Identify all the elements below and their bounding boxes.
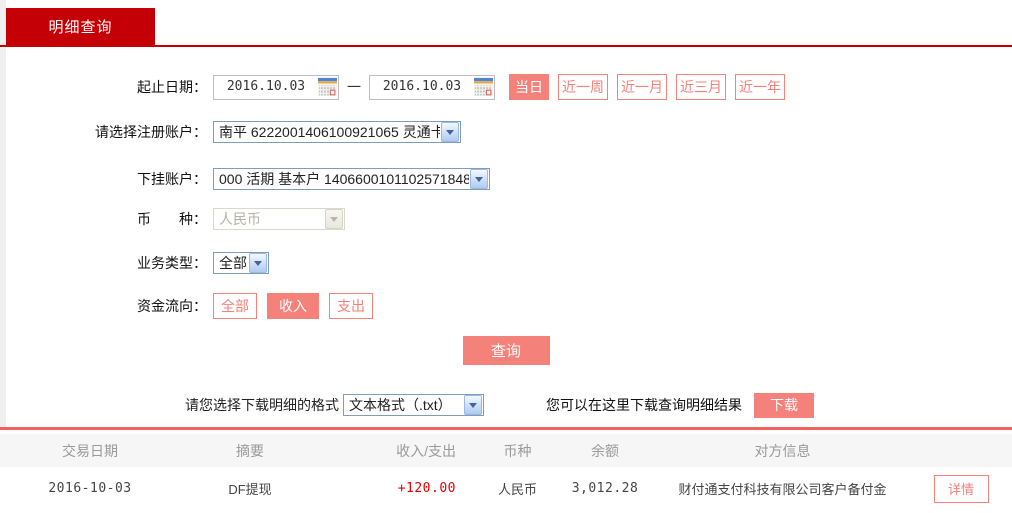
cell-trade-date: 2016-10-03 — [48, 481, 132, 496]
currency-select: 人民币 — [213, 208, 345, 230]
header-summary: 摘要 — [236, 442, 264, 459]
currency-label: 币 种： — [137, 211, 207, 227]
business-type-row: 业务类型： 全部 — [0, 250, 1012, 276]
date-range-row: 起止日期： 一 — [0, 74, 1012, 100]
header-divider — [0, 45, 1012, 47]
quick-range-today-button[interactable]: 当日 — [509, 74, 549, 100]
result-table: 交易日期 摘要 收入/支出 币种 余额 对方信息 2016-10-03 DF提现… — [0, 434, 1012, 510]
query-row: 查询 — [0, 336, 1012, 365]
start-date-input[interactable] — [214, 75, 314, 97]
tab-title: 明细查询 — [48, 19, 113, 36]
register-account-row: 请选择注册账户： 南平 6222001406100921065 灵通卡 — [0, 119, 1012, 145]
fund-flow-row: 资金流向： 全部 收入 支出 — [0, 293, 1012, 319]
header-amount: 收入/支出 — [396, 442, 456, 459]
register-account-label: 请选择注册账户： — [95, 124, 207, 140]
header-trade-date: 交易日期 — [62, 442, 118, 459]
download-row: 请您选择下载明细的格式 文本格式（.txt） 您可以在这里下载查询明细结果 下载 — [0, 392, 1012, 418]
cell-amount: +120.00 — [397, 481, 456, 496]
date-range-separator: 一 — [347, 79, 361, 95]
register-account-select[interactable]: 南平 6222001406100921065 灵通卡 — [213, 121, 461, 143]
fund-flow-label: 资金流向： — [137, 298, 207, 314]
dropdown-arrow-icon[interactable] — [464, 395, 482, 415]
query-button[interactable]: 查询 — [462, 336, 550, 365]
quick-range-month-button[interactable]: 近一月 — [617, 74, 667, 100]
detail-query-page: 明细查询 起止日期： 一 — [0, 0, 1012, 513]
header-balance: 余额 — [591, 442, 619, 459]
business-type-label: 业务类型： — [137, 255, 207, 271]
detail-button[interactable]: 详情 — [933, 474, 989, 503]
download-format-select[interactable]: 文本格式（.txt） — [343, 394, 484, 416]
header-action — [910, 434, 1012, 467]
dropdown-arrow-icon[interactable] — [249, 253, 267, 273]
cell-balance: 3,012.28 — [571, 481, 639, 496]
download-format-label: 请您选择下载明细的格式 — [185, 397, 339, 413]
fund-flow-expense-button[interactable]: 支出 — [329, 293, 373, 319]
result-table-section: 交易日期 摘要 收入/支出 币种 余额 对方信息 2016-10-03 DF提现… — [0, 427, 1012, 510]
dropdown-arrow-icon — [325, 209, 343, 229]
download-hint: 您可以在这里下载查询明细结果 — [546, 397, 742, 413]
calendar-icon[interactable] — [318, 76, 337, 96]
end-date-input[interactable] — [370, 75, 470, 97]
quick-range-quarter-button[interactable]: 近三月 — [676, 74, 726, 100]
linked-account-label: 下挂账户： — [137, 171, 207, 187]
linked-account-select[interactable]: 000 活期 基本户 1406600101102571848 — [213, 168, 490, 190]
quick-range-year-button[interactable]: 近一年 — [735, 74, 785, 100]
fund-flow-income-button[interactable]: 收入 — [267, 293, 319, 319]
date-range-label: 起止日期： — [137, 79, 207, 95]
cell-currency: 人民币 — [497, 482, 537, 497]
business-type-select[interactable]: 全部 — [213, 252, 269, 274]
calendar-icon[interactable] — [474, 76, 493, 96]
fund-flow-all-button[interactable]: 全部 — [213, 293, 257, 319]
start-date-field — [213, 74, 339, 100]
linked-account-row: 下挂账户： 000 活期 基本户 1406600101102571848 — [0, 166, 1012, 192]
currency-value: 人民币 — [219, 211, 261, 227]
download-button[interactable]: 下载 — [754, 392, 814, 418]
dropdown-arrow-icon[interactable] — [441, 122, 459, 142]
business-type-value: 全部 — [219, 255, 247, 271]
tab-detail-query[interactable]: 明细查询 — [6, 8, 155, 45]
download-format-value: 文本格式（.txt） — [349, 397, 452, 413]
end-date-field — [369, 74, 495, 100]
currency-row: 币 种： 人民币 — [0, 206, 1012, 232]
dropdown-arrow-icon[interactable] — [470, 169, 488, 189]
table-header-row: 交易日期 摘要 收入/支出 币种 余额 对方信息 — [0, 434, 1012, 467]
cell-counterparty: 财付通支付科技有限公司客户备付金 — [678, 482, 887, 497]
cell-summary: DF提现 — [228, 482, 272, 497]
linked-account-value: 000 活期 基本户 1406600101102571848 — [219, 171, 469, 187]
register-account-value: 南平 6222001406100921065 灵通卡 — [219, 124, 440, 140]
quick-range-week-button[interactable]: 近一周 — [558, 74, 608, 100]
header-counterparty: 对方信息 — [754, 442, 811, 459]
cell-action: 详情 — [910, 467, 1012, 510]
table-row: 2016-10-03 DF提现 +120.00 人民币 3,012.28 财付通… — [0, 467, 1012, 510]
header-currency: 币种 — [503, 442, 532, 459]
